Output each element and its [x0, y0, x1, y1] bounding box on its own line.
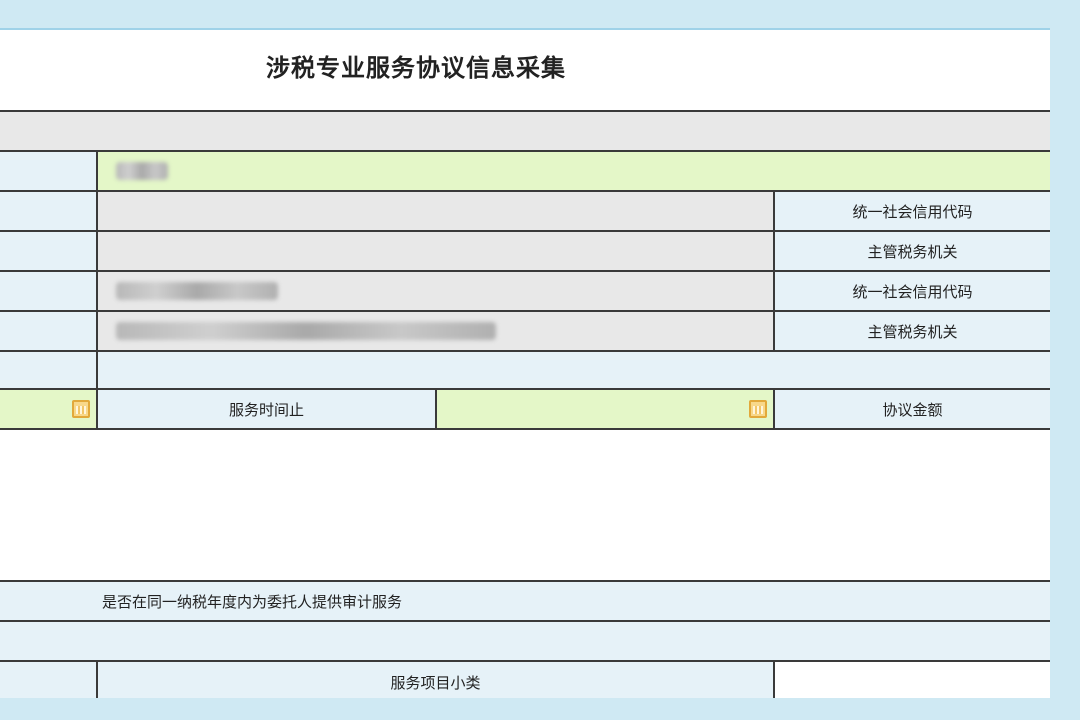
- grid-line: [0, 660, 1050, 662]
- grid-line: [0, 150, 1050, 152]
- page-title: 涉税专业服务协议信息采集: [266, 54, 566, 82]
- redacted-name: [116, 162, 168, 180]
- row2-label-cell: [0, 192, 96, 230]
- title-band: 涉税专业服务协议信息采集: [0, 30, 1050, 110]
- tax-authority-label-1: 主管税务机关: [775, 232, 1050, 270]
- credit-code-label-1: 统一社会信用代码: [775, 192, 1050, 230]
- grid-line: [773, 388, 775, 430]
- service-end-date-input[interactable]: [437, 390, 773, 428]
- row4-value-field: [98, 272, 773, 310]
- form-panel: 涉税专业服务协议信息采集 统一社会信用代码 主管税务机关 统一社会信用代码 主管…: [0, 28, 1050, 698]
- grid-line: [773, 190, 775, 350]
- credit-code-label-2: 统一社会信用代码: [775, 272, 1050, 310]
- section-header: [0, 112, 1050, 150]
- calendar-icon[interactable]: [749, 400, 767, 418]
- row2-value-field: [98, 192, 773, 230]
- agreement-amount-label: 协议金额: [775, 390, 1050, 428]
- grid-line: [0, 350, 1050, 352]
- service-end-label: 服务时间止: [98, 390, 435, 428]
- audit-question-row: 是否在同一纳税年度内为委托人提供审计服务: [0, 582, 1050, 620]
- grid-line: [0, 190, 1050, 192]
- audit-question-label: 是否在同一纳税年度内为委托人提供审计服务: [102, 592, 403, 611]
- name-field[interactable]: [98, 152, 1050, 190]
- row1-label-cell: [0, 152, 96, 190]
- redacted-credit-code: [116, 282, 278, 300]
- service-subcategory-field[interactable]: [775, 662, 1050, 698]
- grid-line: [0, 388, 1050, 390]
- grid-line: [0, 110, 1050, 112]
- grid-line: [0, 310, 1050, 312]
- tax-authority-label-2: 主管税务机关: [775, 312, 1050, 350]
- blank-area: [0, 430, 1050, 580]
- grid-line: [96, 660, 98, 698]
- row5-label-cell: [0, 312, 96, 350]
- row3-value-field: [98, 232, 773, 270]
- grid-line: [0, 270, 1050, 272]
- section-band-3: [0, 622, 1050, 660]
- grid-line: [0, 580, 1050, 582]
- row-bottom-label-cell: [0, 662, 96, 698]
- grid-line: [773, 660, 775, 698]
- row4-label-cell: [0, 272, 96, 310]
- section-band-2: [0, 352, 1050, 388]
- service-subcategory-label: 服务项目小类: [98, 662, 773, 698]
- row5-value-field: [98, 312, 773, 350]
- grid-line: [435, 388, 437, 430]
- grid-line: [0, 620, 1050, 622]
- row3-label-cell: [0, 232, 96, 270]
- grid-line: [0, 428, 1050, 430]
- service-start-date-input[interactable]: [0, 390, 96, 428]
- grid-line: [96, 150, 98, 430]
- grid-line: [0, 230, 1050, 232]
- redacted-authority: [116, 322, 496, 340]
- calendar-icon[interactable]: [72, 400, 90, 418]
